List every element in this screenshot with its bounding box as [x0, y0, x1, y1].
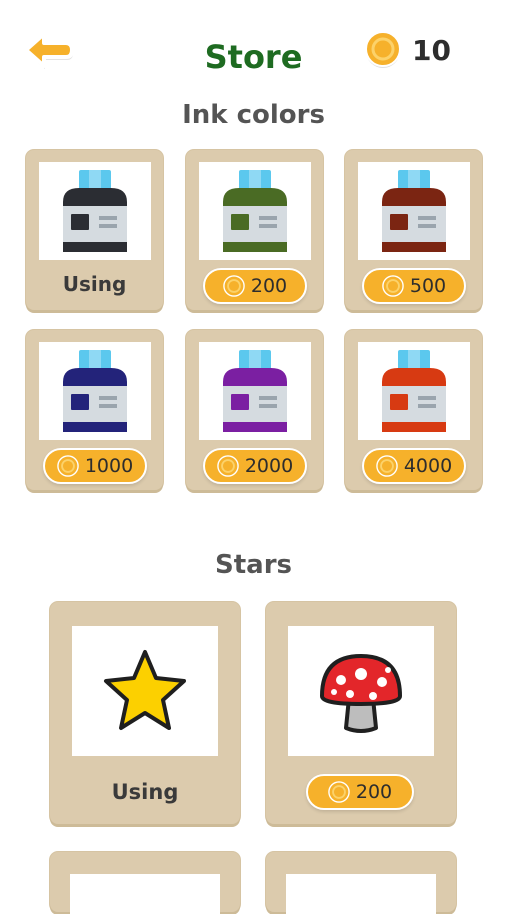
price-value: 200 — [250, 275, 288, 297]
item-picture — [286, 874, 436, 914]
coin-icon — [57, 455, 79, 477]
coin-icon — [376, 455, 398, 477]
coin-icon — [223, 275, 245, 297]
item-picture — [199, 342, 311, 440]
ink-bottle-icon — [382, 170, 446, 252]
buy-price-button[interactable]: 200 — [203, 268, 307, 304]
ink-bottle-icon — [63, 350, 127, 432]
item-status-label: Using — [62, 272, 127, 296]
ink-bottle-icon — [223, 170, 287, 252]
item-picture — [39, 162, 151, 260]
buy-price-button[interactable]: 1000 — [43, 448, 147, 484]
item-picture — [358, 162, 470, 260]
price-value: 2000 — [244, 455, 294, 477]
coin-icon — [365, 31, 401, 68]
item-picture — [70, 874, 220, 914]
price-value: 200 — [355, 781, 393, 803]
store-item-card[interactable]: 4000 — [345, 330, 482, 490]
item-status-label: Using — [111, 780, 179, 804]
store-item-card[interactable]: 2000 — [186, 330, 323, 490]
section-title-ink: Ink colors — [182, 100, 325, 130]
section-title-stars: Stars — [215, 550, 292, 580]
item-picture — [199, 162, 311, 260]
ink-bottle-icon — [63, 170, 127, 252]
buy-price-button[interactable]: 4000 — [362, 448, 466, 484]
store-item-card[interactable]: 500 — [345, 150, 482, 310]
coin-balance: 10 — [364, 30, 451, 70]
coin-icon — [328, 781, 350, 803]
store-item-card[interactable]: 1000 — [26, 330, 163, 490]
buy-price-button[interactable]: 2000 — [203, 448, 307, 484]
item-picture — [288, 626, 434, 756]
item-picture — [39, 342, 151, 440]
store-item-card[interactable]: 200 — [266, 602, 456, 824]
buy-price-button[interactable]: 500 — [362, 268, 466, 304]
item-picture — [358, 342, 470, 440]
store-item-card[interactable] — [50, 852, 240, 914]
star-icon — [104, 650, 186, 730]
price-value: 500 — [409, 275, 447, 297]
store-item-card[interactable] — [266, 852, 456, 914]
store-item-card[interactable]: Using — [50, 602, 240, 824]
price-value: 1000 — [84, 455, 134, 477]
coin-icon — [217, 455, 239, 477]
coin-icon — [382, 275, 404, 297]
ink-bottle-icon — [223, 350, 287, 432]
store-item-card[interactable]: 200 — [186, 150, 323, 310]
ink-bottle-icon — [382, 350, 446, 432]
price-value: 4000 — [403, 455, 453, 477]
coin-count: 10 — [412, 33, 451, 67]
mushroom-icon — [319, 653, 403, 733]
store-item-card[interactable]: Using — [26, 150, 163, 310]
item-picture — [72, 626, 218, 756]
buy-price-button[interactable]: 200 — [306, 774, 414, 810]
